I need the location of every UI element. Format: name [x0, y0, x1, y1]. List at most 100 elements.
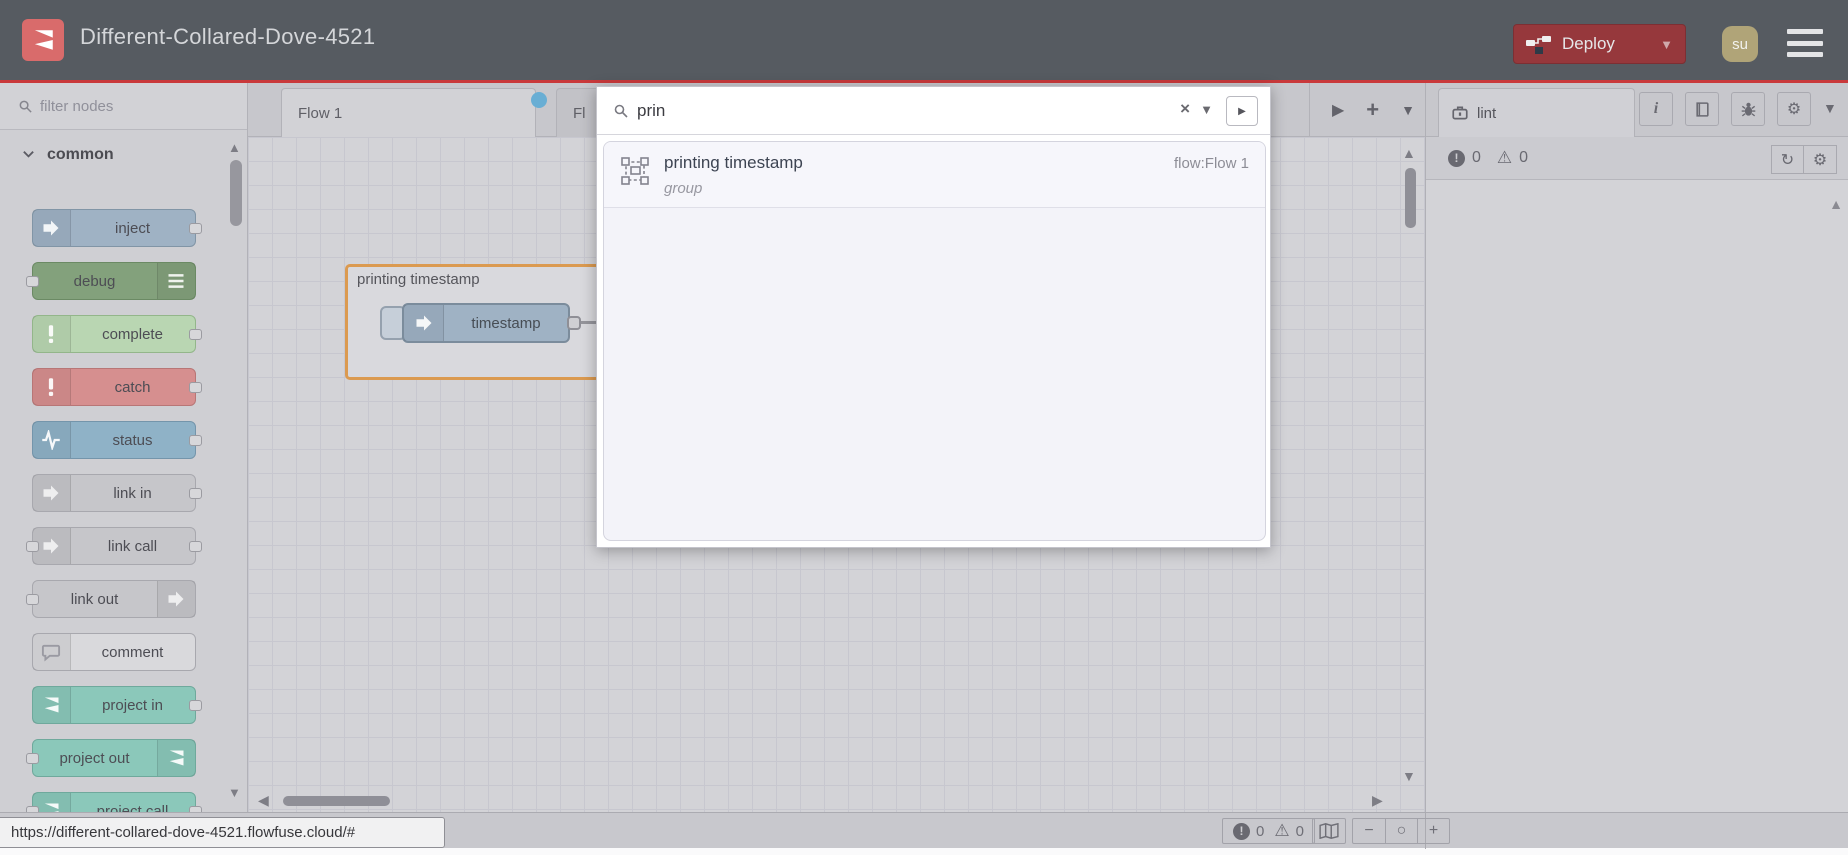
search-next-button[interactable]: ▶	[1226, 96, 1258, 126]
output-port	[188, 700, 202, 711]
error-icon: !	[1233, 822, 1250, 840]
debug-sidebar-button[interactable]	[1731, 92, 1765, 126]
lint-scroll-up-icon[interactable]: ▲	[1829, 196, 1843, 212]
navigator-toggle-button[interactable]	[1312, 818, 1346, 844]
search-icon	[19, 100, 32, 113]
tab-scroll-right-icon[interactable]: ▶	[1332, 100, 1344, 120]
debug-lines-icon	[156, 263, 195, 299]
gear-icon: ⚙	[1786, 101, 1802, 118]
palette-node-project-in[interactable]: project in	[31, 686, 202, 724]
zoom-controls: − ○ +	[1352, 818, 1450, 844]
output-port	[188, 382, 202, 393]
lint-refresh-button[interactable]: ↻	[1771, 145, 1804, 174]
output-port	[188, 329, 202, 340]
tabbar-tools: ▶ + ▼	[1308, 83, 1415, 136]
canvas-scroll-right-icon[interactable]: ▶	[1372, 792, 1383, 809]
output-port	[188, 541, 202, 552]
lint-panel-header: ! 0 ⚠ 0 ↻ ⚙	[1426, 137, 1848, 180]
palette-filter[interactable]	[0, 83, 247, 130]
tab-lint[interactable]: lint	[1438, 88, 1635, 137]
search-options-caret-icon[interactable]: ▼	[1200, 102, 1213, 117]
deploy-label: Deploy	[1562, 34, 1615, 53]
palette-node-list: inject debug complete catch status link …	[0, 178, 227, 812]
info-icon: i	[1653, 100, 1659, 117]
input-port	[25, 541, 39, 552]
palette-category-common[interactable]: common	[0, 131, 247, 178]
lint-settings-button[interactable]: ⚙	[1804, 145, 1837, 174]
canvas-horizontal-scrollbar[interactable]	[283, 796, 390, 806]
palette-node-status[interactable]: status	[31, 421, 202, 459]
palette-node-project-out[interactable]: project out	[25, 739, 196, 777]
palette-node-inject[interactable]: inject	[31, 209, 202, 247]
canvas-scroll-down-icon[interactable]: ▼	[1402, 768, 1416, 784]
node-timestamp-label: timestamp	[471, 314, 541, 332]
deploy-button[interactable]: Deploy ▼	[1513, 24, 1686, 64]
lint-warning-count: 0	[1519, 149, 1529, 166]
link-arrow-icon	[156, 581, 195, 617]
canvas-scroll-up-icon[interactable]: ▲	[1402, 145, 1416, 161]
user-avatar[interactable]: su	[1722, 26, 1758, 62]
instance-title: Different-Collared-Dove-4521	[80, 24, 376, 49]
search-result-printing-timestamp[interactable]: printing timestamp flow:Flow 1 group	[604, 142, 1265, 208]
palette-scroll-down-icon[interactable]: ▼	[228, 785, 241, 800]
footer-notification-counts[interactable]: ! 0 ⚠ 0	[1222, 818, 1315, 844]
result-title: printing timestamp	[664, 153, 803, 172]
tab-flow-1[interactable]: Flow 1	[281, 88, 536, 137]
node-red-editor: Different-Collared-Dove-4521 Deploy ▼ su	[0, 0, 1848, 855]
inject-arrow-icon	[32, 210, 71, 246]
search-dialog: × ▼ ▶ printing timestamp flow:Flow 1 gro…	[596, 86, 1271, 548]
main-menu-button[interactable]	[1787, 29, 1823, 57]
config-nodes-sidebar-button[interactable]: ⚙	[1777, 92, 1811, 126]
canvas-vertical-scrollbar[interactable]	[1405, 168, 1416, 228]
sidebar-tabbar: lint i ⚙ ▼	[1426, 83, 1848, 137]
warning-icon: ⚠	[1496, 148, 1513, 167]
canvas-scroll-left-icon[interactable]: ◀	[258, 792, 269, 809]
palette-category-label: common	[47, 145, 114, 163]
sidebar-options-caret-icon[interactable]: ▼	[1823, 100, 1837, 116]
lint-error-count: 0	[1472, 149, 1481, 166]
palette-scrollbar[interactable]	[230, 160, 242, 226]
zoom-out-button[interactable]: −	[1353, 819, 1385, 843]
map-icon	[1319, 823, 1339, 839]
input-port	[25, 594, 39, 605]
footer-error-count: 0	[1256, 822, 1265, 840]
node-output-port[interactable]	[567, 316, 581, 330]
palette-node-link-out[interactable]: link out	[25, 580, 196, 618]
search-input-row: × ▼ ▶	[597, 87, 1270, 135]
deploy-options-caret-icon[interactable]: ▼	[1660, 37, 1673, 52]
chevron-down-icon	[23, 151, 34, 158]
gear-icon: ⚙	[1812, 151, 1828, 169]
group-label: printing timestamp	[357, 271, 480, 288]
status-url: https://different-collared-dove-4521.flo…	[0, 817, 445, 848]
palette-node-link-in[interactable]: link in	[31, 474, 202, 512]
zoom-in-button[interactable]: +	[1417, 819, 1449, 843]
palette-node-comment[interactable]: comment	[31, 633, 196, 671]
flowfuse-logo-icon	[22, 19, 64, 61]
unsaved-changes-dot	[531, 92, 547, 108]
book-icon	[1695, 101, 1709, 117]
node-palette: common inject debug complete catch statu…	[0, 83, 248, 812]
flow-list-caret-icon[interactable]: ▼	[1401, 102, 1415, 118]
clear-search-icon[interactable]: ×	[1180, 99, 1190, 119]
inject-arrow-icon	[404, 305, 444, 341]
node-timestamp[interactable]: timestamp	[402, 303, 570, 343]
group-printing-timestamp[interactable]: printing timestamp timestamp	[345, 264, 625, 380]
zoom-reset-button[interactable]: ○	[1385, 819, 1417, 843]
palette-node-complete[interactable]: complete	[31, 315, 202, 353]
palette-filter-input[interactable]	[40, 91, 220, 121]
bug-icon	[1741, 102, 1755, 116]
search-input[interactable]	[637, 95, 1157, 127]
info-sidebar-button[interactable]: i	[1639, 92, 1673, 126]
palette-node-link-call[interactable]: link call	[25, 527, 202, 565]
palette-scroll-up-icon[interactable]: ▲	[228, 140, 241, 155]
add-flow-button[interactable]: +	[1366, 97, 1379, 123]
ff-logo-icon	[32, 687, 71, 723]
result-flow-meta: flow:Flow 1	[1173, 155, 1249, 172]
palette-node-catch[interactable]: catch	[31, 368, 202, 406]
palette-node-project-call[interactable]: project call	[25, 792, 202, 812]
help-sidebar-button[interactable]	[1685, 92, 1719, 126]
search-results: printing timestamp flow:Flow 1 group	[603, 141, 1266, 541]
palette-node-debug[interactable]: debug	[25, 262, 196, 300]
lint-kit-icon	[1452, 106, 1468, 120]
output-port	[188, 435, 202, 446]
